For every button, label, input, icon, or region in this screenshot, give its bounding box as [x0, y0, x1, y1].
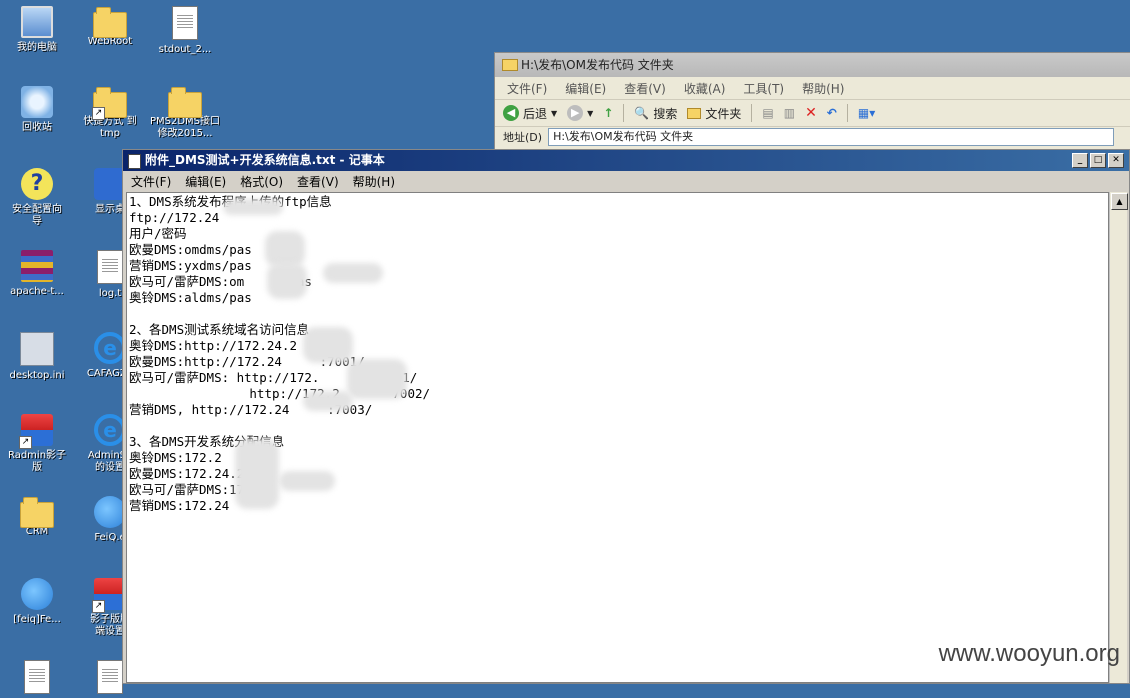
toolbar-separator [623, 104, 625, 122]
copy-to-button[interactable]: ▥ [784, 106, 795, 120]
desktop-icon-recycle-bin[interactable]: 回收站 [0, 86, 74, 134]
folder-icon [93, 7, 127, 38]
help-wizard-icon: ? [21, 168, 53, 200]
views-button[interactable]: ▦▾ [858, 106, 875, 120]
explorer-toolbar: ◀ 后退 ▼ ▶ ▼ ↑ 🔍 搜索 文件夹 ▤ ▥ ✕ ↶ ▦▾ [495, 100, 1130, 127]
notepad-text-area[interactable]: 1、DMS系统发布程序上传的ftp信息 ftp://172.24 用户/密码 欧… [126, 192, 1109, 683]
search-button[interactable]: 🔍 搜索 [634, 105, 677, 122]
desktop-icon-tmp-shortcut[interactable]: 快捷方式 到 tmp [73, 86, 147, 140]
document-icon [97, 660, 123, 694]
chevron-down-icon: ▼ [587, 108, 594, 118]
address-input[interactable]: H:\发布\OM发布代码 文件夹 [548, 128, 1115, 146]
settings-file-icon [20, 332, 54, 366]
desktop-icon-desktop-ini[interactable]: desktop.ini [0, 332, 74, 382]
notepad-icon [128, 154, 141, 169]
folder-icon [168, 87, 202, 118]
menu-format[interactable]: 格式(O) [240, 173, 283, 190]
search-icon: 🔍 [634, 106, 650, 120]
vertical-scrollbar[interactable]: ▲ [1109, 192, 1128, 683]
desktop-icon-my-computer[interactable]: 我的电脑 [0, 6, 74, 54]
desktop-icon-radmin[interactable]: Radmin影子 版 [0, 414, 74, 474]
radmin-icon [19, 414, 53, 449]
move-to-button[interactable]: ▤ [762, 106, 773, 120]
forward-button[interactable]: ▶ ▼ [567, 105, 593, 121]
document-icon [97, 250, 123, 284]
folder-icon [20, 497, 54, 528]
folders-button[interactable]: 文件夹 [687, 105, 741, 122]
desktop-icon-crm[interactable]: CRM [0, 496, 74, 538]
redaction-blur [267, 263, 307, 299]
redaction-blur [223, 199, 283, 215]
back-arrow-icon: ◀ [503, 105, 519, 121]
desktop-icon-stdout[interactable]: stdout_2... [148, 6, 222, 56]
watermark: www.wooyun.org [938, 640, 1120, 667]
desktop-icon-feiq[interactable]: [feiq]Fe... [0, 578, 74, 626]
explorer-title-bar[interactable]: H:\发布\OM发布代码 文件夹 [495, 53, 1130, 77]
close-button[interactable]: ✕ [1108, 153, 1124, 168]
menu-help[interactable]: 帮助(H) [802, 80, 844, 97]
move-icon: ▤ [762, 106, 774, 120]
computer-icon [21, 6, 53, 38]
folder-shortcut-icon [92, 87, 127, 120]
toolbar-separator [846, 104, 848, 122]
explorer-menu-bar: 文件(F) 编辑(E) 查看(V) 收藏(A) 工具(T) 帮助(H) [495, 77, 1130, 100]
notepad-title: 附件_DMS测试+开发系统信息.txt - 记事本 [145, 153, 385, 167]
desktop-icon-apache[interactable]: apache-t... [0, 250, 74, 298]
delete-x-icon: ✕ [805, 105, 817, 121]
notepad-window[interactable]: 附件_DMS测试+开发系统信息.txt - 记事本 _ □ ✕ 文件(F) 编辑… [122, 149, 1130, 684]
redaction-blur [303, 327, 353, 363]
window-controls: _ □ ✕ [1072, 153, 1124, 168]
menu-tools[interactable]: 工具(T) [743, 80, 784, 97]
up-folder-button[interactable]: ↑ [603, 106, 613, 120]
undo-button[interactable]: ↶ [827, 106, 837, 120]
notepad-title-bar[interactable]: 附件_DMS测试+开发系统信息.txt - 记事本 _ □ ✕ [123, 150, 1129, 171]
folder-icon [502, 59, 518, 71]
minimize-button[interactable]: _ [1072, 153, 1088, 168]
menu-view[interactable]: 查看(V) [624, 80, 666, 97]
delete-button[interactable]: ✕ [805, 105, 817, 121]
explorer-title: H:\发布\OM发布代码 文件夹 [521, 58, 674, 72]
redaction-blur [303, 391, 353, 411]
redaction-blur [323, 263, 383, 283]
redaction-blur [235, 439, 279, 509]
document-icon [172, 6, 198, 40]
menu-edit[interactable]: 编辑(E) [185, 173, 226, 190]
copy-icon: ▥ [783, 106, 796, 120]
menu-favorites[interactable]: 收藏(A) [684, 80, 726, 97]
redaction-blur [279, 471, 335, 491]
forward-arrow-icon: ▶ [567, 105, 584, 121]
document-icon [24, 660, 50, 694]
menu-view[interactable]: 查看(V) [297, 173, 339, 190]
folder-icon [687, 107, 702, 119]
winrar-icon [21, 250, 53, 282]
desktop-icon-pms2dms[interactable]: PMS2DMS接口 修改2015... [148, 86, 222, 140]
up-arrow-icon: ↑ [603, 106, 614, 120]
views-grid-icon: ▦▾ [857, 106, 876, 120]
toolbar-separator [751, 104, 753, 122]
maximize-button[interactable]: □ [1090, 153, 1106, 168]
menu-help[interactable]: 帮助(H) [353, 173, 395, 190]
feiq-icon [21, 578, 53, 610]
address-label: 地址(D) [503, 131, 543, 144]
menu-file[interactable]: 文件(F) [131, 173, 171, 190]
explorer-window[interactable]: H:\发布\OM发布代码 文件夹 文件(F) 编辑(E) 查看(V) 收藏(A)… [494, 52, 1130, 164]
scroll-up-arrow-icon[interactable]: ▲ [1111, 193, 1128, 210]
menu-edit[interactable]: 编辑(E) [565, 80, 606, 97]
chevron-down-icon: ▼ [551, 108, 558, 118]
menu-file[interactable]: 文件(F) [507, 80, 547, 97]
back-button[interactable]: ◀ 后退 ▼ [503, 105, 557, 122]
address-bar: 地址(D) H:\发布\OM发布代码 文件夹 [495, 127, 1130, 147]
undo-icon: ↶ [826, 106, 837, 120]
redaction-blur [347, 359, 407, 399]
desktop-icon-security-wizard[interactable]: ? 安全配置向 导 [0, 168, 74, 228]
recycle-bin-icon [21, 86, 53, 118]
redaction-blur [265, 231, 305, 267]
notepad-menu-bar: 文件(F) 编辑(E) 格式(O) 查看(V) 帮助(H) [123, 171, 1129, 191]
desktop-icon-doc-bottom-1[interactable] [0, 660, 74, 698]
desktop-icon-webroot[interactable]: WebRoot [73, 6, 147, 48]
